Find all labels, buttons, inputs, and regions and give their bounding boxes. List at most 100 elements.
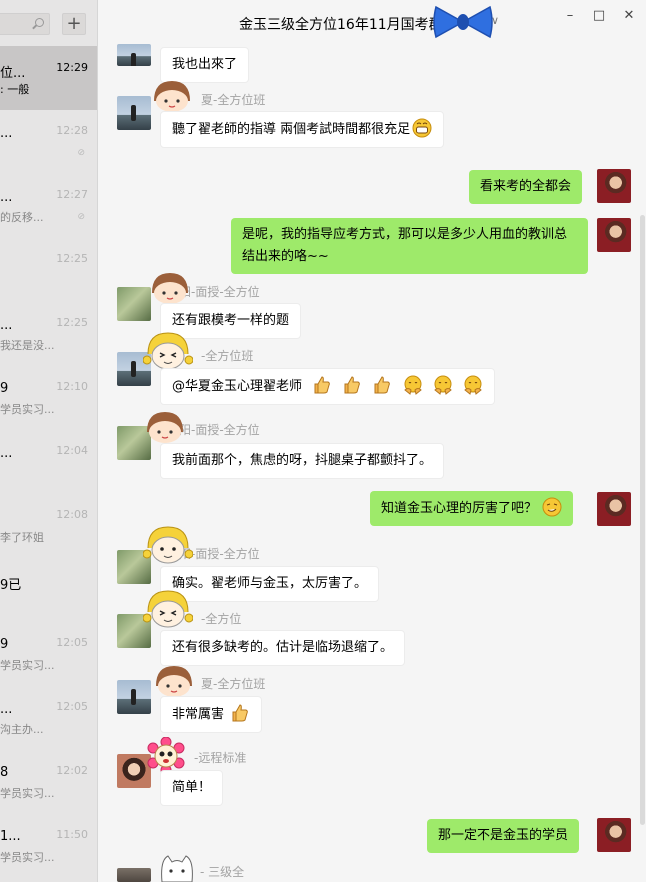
chat-list-item[interactable]: ... 12:04 xyxy=(0,432,97,496)
sender-name: 夏-全方位班 xyxy=(201,93,266,107)
self-avatar[interactable] xyxy=(597,818,631,852)
avatar[interactable] xyxy=(117,868,151,882)
chat-preview: 沟主办... xyxy=(0,723,44,736)
message-bubble: 聽了翟老師的指導 兩個考試時間都很充足 xyxy=(160,111,445,148)
chat-name: ... xyxy=(0,318,13,333)
blonde-girl-sticker-icon xyxy=(143,526,193,564)
sender-name: 阳-面授-全方位 xyxy=(179,423,260,437)
add-chat-button[interactable]: + xyxy=(62,13,86,35)
sender-name: -远程标准 xyxy=(194,751,247,765)
chat-name: 9 xyxy=(0,381,9,396)
chat-list-item[interactable]: ... 12:28 ⊘ xyxy=(0,112,97,176)
chat-name: ... xyxy=(0,446,13,461)
chat-name: ... xyxy=(0,190,13,205)
self-avatar[interactable] xyxy=(597,218,631,252)
message-text: 聽了翟老師的指導 兩個考試時間都很充足 xyxy=(172,122,411,137)
message-text: 非常厲害 xyxy=(172,707,225,722)
chat-preview: 学员实习... xyxy=(0,403,55,416)
chat-list-item[interactable]: ... 12:05 沟主办... xyxy=(0,688,97,752)
chat-time: 12:10 xyxy=(56,380,88,393)
chat-time: 12:05 xyxy=(56,700,88,713)
chat-name: 9 xyxy=(0,637,9,652)
thumbs-up-emoji-icon xyxy=(374,376,391,394)
chat-list-item[interactable]: 9 12:05 学员实习... xyxy=(0,624,97,688)
message-bubble: 还有很多缺考的。估计是临场退缩了。 xyxy=(160,630,406,666)
minimize-button[interactable]: – xyxy=(562,8,578,23)
message-text: @华夏金玉心理翟老师 xyxy=(172,379,303,394)
chat-name: 位... xyxy=(0,66,26,81)
chat-list-item[interactable]: 12:08 李了环姐 xyxy=(0,496,97,560)
chat-list-item[interactable]: 9 12:10 学员实习... xyxy=(0,368,97,432)
sender-name: 阳-面授-全方位 xyxy=(179,285,260,299)
grin-emoji-icon xyxy=(412,118,432,138)
self-avatar[interactable] xyxy=(597,169,631,203)
maximize-button[interactable]: □ xyxy=(591,8,607,23)
chat-time: 12:27 xyxy=(56,188,88,201)
scrollbar[interactable] xyxy=(640,215,645,825)
chat-list-item[interactable]: 位... 12:29 : 一般 xyxy=(0,46,97,110)
chat-time: 12:04 xyxy=(56,444,88,457)
blonde-girl-sticker-icon xyxy=(143,590,193,628)
cat-sticker-icon xyxy=(161,855,193,882)
chat-preview: 李了环姐 xyxy=(0,531,44,544)
chat-time: 12:02 xyxy=(56,764,88,777)
avatar[interactable] xyxy=(117,287,151,321)
chat-list-item[interactable]: 8 12:02 学员实习... xyxy=(0,752,97,816)
chat-time: 12:29 xyxy=(56,61,88,74)
girl-face-sticker-icon xyxy=(147,412,183,443)
chat-time: 12:25 xyxy=(56,252,88,265)
message-bubble: 那一定不是金玉的学员 xyxy=(427,819,580,853)
chat-list-item[interactable]: ... 12:27 的反移... ⊘ xyxy=(0,176,97,240)
thumbs-up-emoji-icon xyxy=(314,376,330,394)
chat-list-item[interactable]: 12:25 xyxy=(0,240,97,304)
message-text: 知道金玉心理的厉害了吧？ xyxy=(381,501,538,516)
chat-list-item[interactable]: 1... 11:50 学员实习... xyxy=(0,816,97,880)
message-bubble: 简单！ xyxy=(160,770,224,806)
message-bubble: @华夏金玉心理翟老师 xyxy=(160,368,495,405)
girl-face-sticker-icon xyxy=(156,666,192,697)
message-bubble: 我也出來了 xyxy=(160,47,250,83)
title-bar: 金玉三级全方位16年11月国考群 ∨ – □ ✕ xyxy=(99,0,646,42)
chat-time: 12:25 xyxy=(56,316,88,329)
chat-name: ... xyxy=(0,126,13,141)
avatar[interactable] xyxy=(117,44,151,66)
avatar[interactable] xyxy=(117,96,151,130)
chat-preview: : 一般 xyxy=(0,83,30,96)
chat-list-item[interactable]: ... 12:25 我还是没... xyxy=(0,304,97,368)
thumbs-up-emoji-icon xyxy=(232,704,248,722)
chat-name: 9已 xyxy=(0,578,22,593)
chat-title[interactable]: 金玉三级全方位16年11月国考群 xyxy=(239,14,443,34)
chat-window: 金玉三级全方位16年11月国考群 ∨ – □ ✕ 我也出來了 夏-全方位班 聽了… xyxy=(99,0,646,882)
girl-face-sticker-icon xyxy=(152,273,188,304)
chat-preview: 的反移... xyxy=(0,211,44,224)
sender-name: -全方位 xyxy=(201,612,242,626)
sender-name: 夏-全方位班 xyxy=(201,677,266,691)
thumbs-up-emoji-icon xyxy=(344,376,361,394)
chat-time: 12:05 xyxy=(56,636,88,649)
smirk-emoji-icon xyxy=(542,497,562,517)
message-bubble: 知道金玉心理的厉害了吧？ xyxy=(370,491,574,526)
mute-bell-icon: ⊘ xyxy=(77,148,85,158)
chat-name: 1... xyxy=(0,829,21,844)
hug-emoji-icon xyxy=(403,375,422,395)
chat-preview: 我还是没... xyxy=(0,339,55,352)
blue-bow-sticker-icon xyxy=(433,5,493,39)
chat-name: 8 xyxy=(0,765,9,780)
sender-name: - 三级全 xyxy=(200,865,245,879)
hug-emoji-icon xyxy=(433,375,452,395)
avatar[interactable] xyxy=(117,680,151,714)
message-bubble: 我前面那个，焦虑的呀，抖腿桌子都颤抖了。 xyxy=(160,443,445,479)
chat-list-sidebar: + 位... 12:29 : 一般 ... 12:28 ⊘ ... 12:27 … xyxy=(0,0,98,882)
message-bubble: 是呢，我的指导应考方式，那可以是多少人用血的教训总结出来的咯~~ xyxy=(231,218,588,274)
chat-preview: 学员实习... xyxy=(0,659,55,672)
message-bubble: 看来考的全都会 xyxy=(469,170,583,204)
self-avatar[interactable] xyxy=(597,492,631,526)
chat-preview: 学员实习... xyxy=(0,851,55,864)
chat-list-item[interactable]: 9已 xyxy=(0,560,97,624)
chat-name: ... xyxy=(0,702,13,717)
search-input[interactable] xyxy=(0,13,50,35)
hug-emoji-icon xyxy=(464,375,482,395)
close-button[interactable]: ✕ xyxy=(621,8,637,23)
chat-time: 12:28 xyxy=(56,124,88,137)
girl-face-sticker-icon xyxy=(154,81,190,112)
